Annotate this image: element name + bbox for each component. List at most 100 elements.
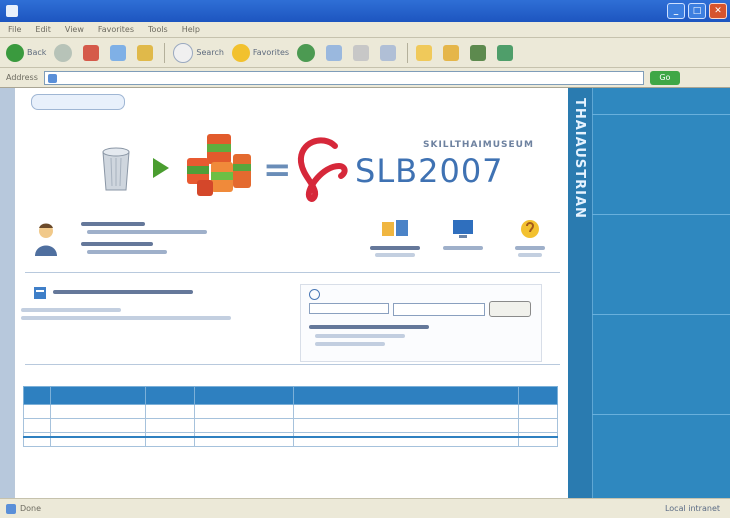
print-button[interactable] [353, 44, 372, 61]
menu-file[interactable]: File [8, 25, 21, 34]
discuss-button[interactable] [443, 44, 462, 61]
star-icon [231, 43, 250, 62]
user-name-value [87, 230, 207, 234]
help-icon [521, 220, 539, 238]
magnifier-icon [309, 289, 320, 300]
search-hint [309, 325, 429, 329]
doc-date [145, 404, 195, 419]
forward-arrow-icon [54, 43, 73, 62]
page-left-margin [0, 88, 14, 498]
stop-icon [83, 44, 100, 61]
monitor-icon [453, 220, 473, 238]
close-button[interactable]: ✕ [709, 3, 727, 19]
go-button[interactable]: Go [649, 70, 680, 85]
doc-action [518, 432, 558, 447]
search-submit-button[interactable] [489, 301, 531, 317]
user-role-heading [81, 242, 153, 246]
favorites-button[interactable]: Favorites [231, 43, 289, 62]
home-button[interactable] [137, 44, 156, 61]
doc-number [50, 404, 146, 419]
quicklink-sublabel [375, 253, 415, 257]
security-zone: Local intranet [664, 504, 720, 513]
search-input[interactable] [393, 303, 485, 316]
research-button[interactable] [497, 44, 516, 61]
search-header [309, 289, 324, 300]
home-icon [137, 44, 154, 61]
quicklink-sublabel [518, 253, 542, 257]
back-arrow-icon [6, 43, 24, 62]
list-link[interactable] [21, 308, 121, 312]
menu-view[interactable]: View [65, 25, 84, 34]
history-icon [297, 43, 316, 62]
toolbar-separator [164, 42, 166, 63]
table-row[interactable] [23, 418, 558, 433]
divider [25, 272, 560, 273]
quicklink-label [515, 246, 545, 250]
edit-icon [380, 44, 397, 61]
messenger-button[interactable] [470, 44, 489, 61]
doc-subject[interactable] [293, 432, 519, 447]
logo-subtitle: SKILLTHAIMUSEUM [423, 140, 534, 150]
menu-bar: File Edit View Favorites Tools Help [0, 22, 730, 38]
folder-button[interactable] [416, 44, 435, 61]
printer-icon [353, 44, 370, 61]
document-list-icon [34, 287, 46, 299]
quicklink-documents[interactable] [433, 218, 493, 250]
doc-action [518, 404, 558, 419]
menu-edit[interactable]: Edit [35, 25, 51, 34]
table-header [23, 386, 51, 405]
table-row[interactable] [23, 404, 558, 419]
quicklink-label [443, 246, 483, 250]
menu-favorites[interactable]: Favorites [98, 25, 134, 34]
panel-row-divider [592, 414, 730, 415]
folder-icon [416, 44, 433, 61]
mail-icon [326, 44, 343, 61]
user-avatar-icon [35, 223, 57, 256]
magnifier-icon [173, 42, 194, 63]
site-logo-pill[interactable] [31, 94, 125, 110]
panel-row-divider [592, 314, 730, 315]
quicklink-knowledge[interactable] [365, 218, 425, 257]
mail-button[interactable] [326, 44, 345, 61]
side-panel: THAIAUSTRIAN [568, 88, 730, 498]
minimize-button[interactable]: _ [667, 3, 685, 19]
row-number [23, 432, 51, 447]
search-result-link[interactable] [315, 342, 385, 346]
search-button[interactable]: Search [173, 42, 224, 63]
doc-subject[interactable] [293, 418, 519, 433]
discuss-icon [443, 44, 460, 61]
quicklink-label [370, 246, 420, 250]
search-category-select[interactable] [309, 303, 389, 314]
history-button[interactable] [297, 43, 318, 62]
maximize-button[interactable]: □ [688, 3, 706, 19]
table-header [518, 386, 558, 405]
search-panel [300, 284, 542, 362]
table-footer-bar [23, 436, 558, 438]
doc-date [145, 432, 195, 447]
table-header [50, 386, 146, 405]
refresh-button[interactable] [110, 44, 129, 61]
refresh-icon [110, 44, 127, 61]
edit-button[interactable] [380, 44, 399, 61]
list-link[interactable] [21, 316, 231, 320]
doc-subject[interactable] [293, 404, 519, 419]
browser-toolbar: Back Search Favorites [0, 38, 730, 68]
tin-cans-icon [187, 134, 251, 196]
toolbar-separator [407, 42, 409, 63]
search-result-link[interactable] [315, 334, 405, 338]
menu-tools[interactable]: Tools [148, 25, 168, 34]
back-button[interactable]: Back [6, 43, 46, 62]
status-bar: Done Local intranet [0, 498, 730, 518]
url-input[interactable] [43, 70, 644, 85]
forward-button[interactable] [54, 43, 75, 62]
doc-number [50, 418, 146, 433]
menu-help[interactable]: Help [182, 25, 200, 34]
stop-button[interactable] [83, 44, 102, 61]
doc-source [194, 404, 294, 419]
section-heading [53, 290, 193, 294]
table-row[interactable] [23, 432, 558, 447]
window-titlebar: _ □ ✕ [0, 0, 730, 22]
user-info [33, 216, 283, 266]
quicklink-help[interactable] [500, 218, 560, 257]
ie-status-icon [6, 503, 16, 514]
